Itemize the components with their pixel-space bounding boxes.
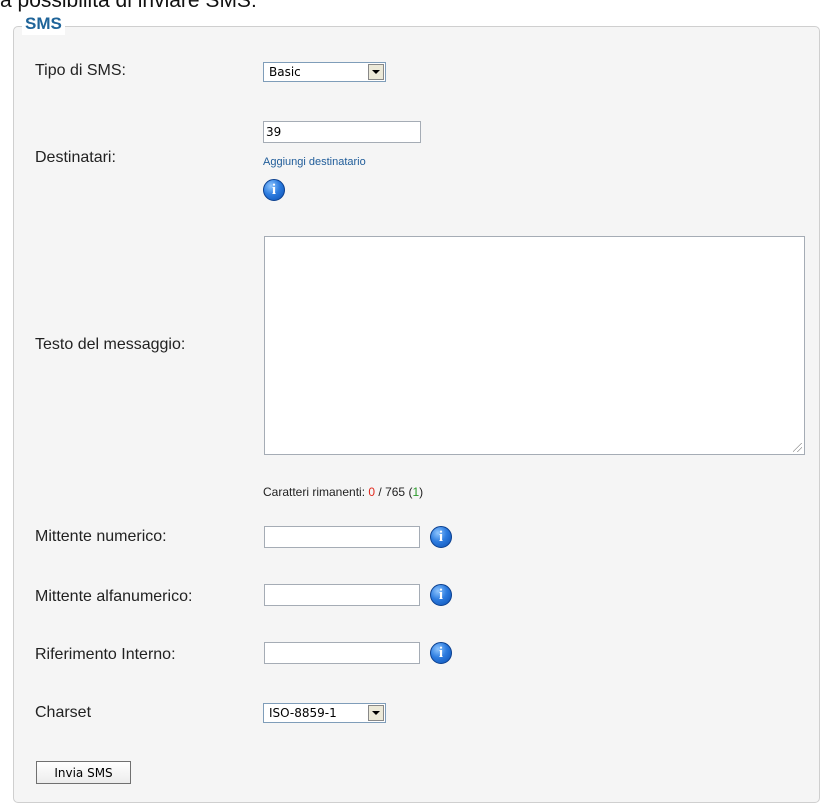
counter-prefix: Caratteri rimanenti: xyxy=(263,485,369,499)
add-recipient-link[interactable]: Aggiungi destinatario xyxy=(263,156,366,168)
mittente-alfanumerico-input[interactable] xyxy=(264,584,420,606)
characters-remaining: Caratteri rimanenti: 0 / 765 (1) xyxy=(263,485,423,499)
destinatari-label: Destinatari: xyxy=(35,149,116,166)
message-text-label: Testo del messaggio: xyxy=(35,336,186,353)
fieldset-legend: SMS xyxy=(22,13,65,35)
counter-separator: / xyxy=(375,485,386,499)
resize-grip-icon[interactable] xyxy=(793,443,802,452)
mittente-numerico-input[interactable] xyxy=(264,526,420,548)
mittente-numerico-info-icon[interactable]: i xyxy=(430,526,452,548)
intro-text: a possibilità di inviare SMS: xyxy=(0,0,257,12)
message-textarea[interactable] xyxy=(264,236,805,455)
send-sms-button[interactable]: Invia SMS xyxy=(36,761,131,784)
charset-select[interactable]: ISO-8859-1 xyxy=(263,703,386,723)
mittente-alfanumerico-label: Mittente alfanumerico: xyxy=(35,588,193,605)
tipo-sms-select[interactable]: Basic xyxy=(263,62,386,82)
charset-label: Charset xyxy=(35,704,92,721)
destinatari-input[interactable]: 39 xyxy=(263,121,421,143)
destinatari-info-icon[interactable]: i xyxy=(263,179,285,201)
charset-value: ISO-8859-1 xyxy=(269,706,337,720)
tipo-sms-value: Basic xyxy=(269,65,301,79)
dropdown-arrow-icon[interactable] xyxy=(368,705,384,721)
riferimento-input[interactable] xyxy=(264,642,420,664)
total-count: 765 xyxy=(385,485,406,499)
mittente-numerico-label: Mittente numerico: xyxy=(35,528,167,545)
tipo-sms-label: Tipo di SMS: xyxy=(35,62,126,79)
riferimento-label: Riferimento Interno: xyxy=(35,646,176,663)
mittente-alfanumerico-info-icon[interactable]: i xyxy=(430,584,452,606)
dropdown-arrow-icon[interactable] xyxy=(368,64,384,80)
riferimento-info-icon[interactable]: i xyxy=(430,642,452,664)
counter-close: ) xyxy=(419,485,424,499)
